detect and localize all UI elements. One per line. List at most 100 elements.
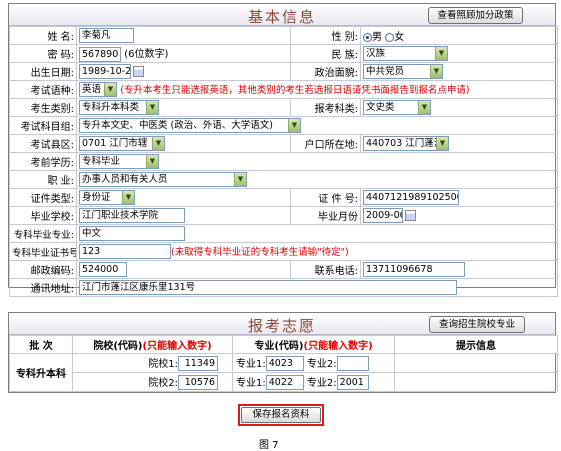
password-hint: (6位数字) — [124, 49, 169, 61]
occupation-select[interactable]: 办事人员和有关人员 ▼ — [79, 172, 247, 187]
postcode-label: 邮政编码: — [9, 260, 77, 279]
school-label: 毕业学校: — [9, 206, 77, 225]
grad-month-input[interactable]: 2009-06 — [363, 208, 403, 223]
row-name-gender: 姓 名: 李菊凡 性 别: 男 女 — [9, 26, 558, 45]
view-bonus-policy-button[interactable]: 查看照顾加分政策 — [428, 7, 523, 24]
apply-category-value: 文史类 — [366, 102, 395, 113]
gender-label: 性 别: — [290, 26, 361, 45]
dropdown-arrow-icon[interactable]: ▼ — [146, 155, 158, 168]
password-input[interactable]: 567890 — [79, 46, 121, 62]
education-select[interactable]: 专科毕业 ▼ — [79, 154, 159, 169]
id-type-select[interactable]: 身份证 ▼ — [79, 190, 135, 205]
cert-note: (未取得专科毕业证的专科考生请输"待定") — [171, 246, 349, 258]
calendar-icon[interactable] — [133, 66, 144, 77]
gender-female-radio[interactable] — [385, 32, 395, 42]
row-password-ethnicity: 密 码: 567890 (6位数字) 民 族: 汉族 ▼ — [9, 44, 558, 63]
phone-label: 联系电话: — [290, 260, 361, 279]
row1-major2-input[interactable] — [336, 356, 369, 372]
education-value: 专科毕业 — [82, 156, 121, 167]
row1-major2-label: 专业2: — [306, 358, 337, 370]
row2-major2-label: 专业2: — [306, 377, 337, 389]
row2-major1-label: 专业1: — [236, 377, 266, 389]
wish-row-2: 院校2: 10576 专业1: 4022 专业2: 2001 — [10, 372, 558, 392]
figure-caption: 图 7 — [259, 440, 279, 451]
cert-input[interactable]: 123 — [79, 244, 171, 260]
calendar-icon[interactable] — [405, 210, 416, 221]
political-label: 政治面貌: — [290, 62, 361, 81]
ethnicity-select[interactable]: 汉族 ▼ — [363, 46, 448, 61]
basic-info-header: 基本信息 查看照顾加分政策 — [9, 4, 555, 26]
dropdown-arrow-icon[interactable]: ▼ — [152, 137, 164, 150]
wish-header: 报考志愿 查询招生院校专业 — [9, 313, 555, 335]
political-select[interactable]: 中共党员 ▼ — [363, 64, 443, 79]
apply-category-label: 报考科类: — [290, 98, 361, 117]
gender-female-label: 女 — [394, 32, 405, 43]
id-number-input[interactable]: 440712198910250012 — [363, 190, 459, 205]
candidate-type-value: 专科升本科类 — [82, 102, 140, 113]
school1-input[interactable]: 11349 — [178, 356, 218, 372]
password-label: 密 码: — [9, 44, 77, 63]
row2-major2-input[interactable]: 2001 — [336, 375, 369, 391]
id-number-label: 证 件 号: — [290, 188, 361, 207]
subject-group-label: 考试科目组: — [9, 116, 77, 135]
dropdown-arrow-icon[interactable]: ▼ — [104, 83, 116, 97]
dropdown-arrow-icon[interactable]: ▼ — [435, 47, 447, 60]
col-school: 院校(代码)(只能输入数字) — [72, 335, 233, 354]
row-subject-group: 考试科目组: 专升本文史、中医类 (政治、外语、大学语文) ▼ — [9, 116, 558, 135]
row1-major1-input[interactable]: 4023 — [265, 356, 304, 372]
apply-category-select[interactable]: 文史类 ▼ — [363, 100, 431, 115]
name-input[interactable]: 李菊凡 — [79, 28, 134, 43]
row2-major1-input[interactable]: 4022 — [265, 375, 304, 391]
subject-group-select[interactable]: 专升本文史、中医类 (政治、外语、大学语文) ▼ — [79, 118, 301, 133]
query-schools-button[interactable]: 查询招生院校专业 — [429, 316, 525, 333]
wish-row-1: 专科升本科 院校1: 11349 专业1: 4023 专业2: — [9, 353, 558, 392]
language-value: 英语 — [82, 84, 102, 96]
col-school-note: (只能输入数字) — [142, 341, 212, 352]
education-label: 考前学历: — [9, 152, 77, 171]
political-value: 中共党员 — [366, 66, 405, 77]
dropdown-arrow-icon[interactable]: ▼ — [436, 137, 448, 150]
exam-county-select[interactable]: 0701 江门市辖 ▼ — [79, 136, 165, 151]
gender-male-radio[interactable] — [363, 32, 372, 42]
row-occupation: 职 业: 办事人员和有关人员 ▼ — [9, 170, 558, 189]
row-county-hukou: 考试县区: 0701 江门市辖 ▼ 户口所在地: 440703 江门蓬江 ▼ — [9, 134, 558, 153]
postcode-input[interactable]: 524000 — [79, 262, 127, 277]
dropdown-arrow-icon[interactable]: ▼ — [234, 173, 246, 186]
phone-input[interactable]: 13711096678 — [363, 262, 465, 277]
birthdate-input[interactable]: 1989-10-25 — [79, 64, 131, 79]
dropdown-arrow-icon[interactable]: ▼ — [418, 101, 430, 114]
school-input[interactable]: 江门职业技术学院 — [79, 208, 185, 223]
row-school-grad: 毕业学校: 江门职业技术学院 毕业月份 2009-06 — [9, 206, 558, 225]
hukou-label: 户口所在地: — [290, 134, 361, 153]
dropdown-arrow-icon[interactable]: ▼ — [430, 65, 442, 78]
row2-hint — [394, 372, 558, 392]
id-type-label: 证件类型: — [9, 188, 77, 207]
address-input[interactable]: 江门市蓬江区康乐里131号 — [79, 280, 457, 295]
wish-table: 批 次 院校(代码)(只能输入数字) 专业(代码)(只能输入数字) 提示信息 专… — [9, 335, 558, 392]
row-language: 考试语种: 英语 ▼ (专升本考生只能选报英语，其他类别的考生若选报日语请凭书面报… — [9, 80, 558, 99]
hukou-value: 440703 江门蓬江 — [366, 138, 436, 149]
candidate-type-select[interactable]: 专科升本科类 ▼ — [79, 100, 159, 115]
dropdown-arrow-icon[interactable]: ▼ — [122, 191, 134, 204]
wish-header-row: 批 次 院校(代码)(只能输入数字) 专业(代码)(只能输入数字) 提示信息 — [9, 335, 558, 354]
dropdown-arrow-icon[interactable]: ▼ — [146, 101, 158, 114]
address-label: 通讯地址: — [9, 278, 77, 297]
school2-label: 院校2: — [148, 377, 178, 389]
school2-input[interactable]: 10576 — [178, 375, 218, 391]
col-major: 专业(代码)(只能输入数字) — [232, 335, 395, 354]
ethnicity-value: 汉族 — [366, 48, 386, 59]
wish-section: 报考志愿 查询招生院校专业 批 次 院校(代码)(只能输入数字) 专业(代码)(… — [8, 312, 558, 393]
save-registration-button[interactable]: 保存报名资料 — [241, 407, 321, 423]
school1-label: 院校1: — [148, 358, 178, 370]
dropdown-arrow-icon[interactable]: ▼ — [288, 119, 300, 132]
major-label: 专科毕业专业: — [9, 224, 77, 243]
col-hint: 提示信息 — [394, 335, 558, 354]
row-education: 考前学历: 专科毕业 ▼ — [9, 152, 558, 171]
language-select[interactable]: 英语 ▼ — [79, 82, 117, 98]
col-major-note: (只能输入数字) — [303, 341, 373, 352]
row-birth-political: 出生日期: 1989-10-25 政治面貌: 中共党员 ▼ — [9, 62, 558, 81]
hukou-select[interactable]: 440703 江门蓬江 ▼ — [363, 136, 449, 151]
basic-info-table: 姓 名: 李菊凡 性 别: 男 女 密 码: 567890 (6位数字) 民 族… — [9, 26, 558, 297]
major-input[interactable]: 中文 — [79, 226, 185, 241]
occupation-value: 办事人员和有关人员 — [82, 174, 168, 185]
